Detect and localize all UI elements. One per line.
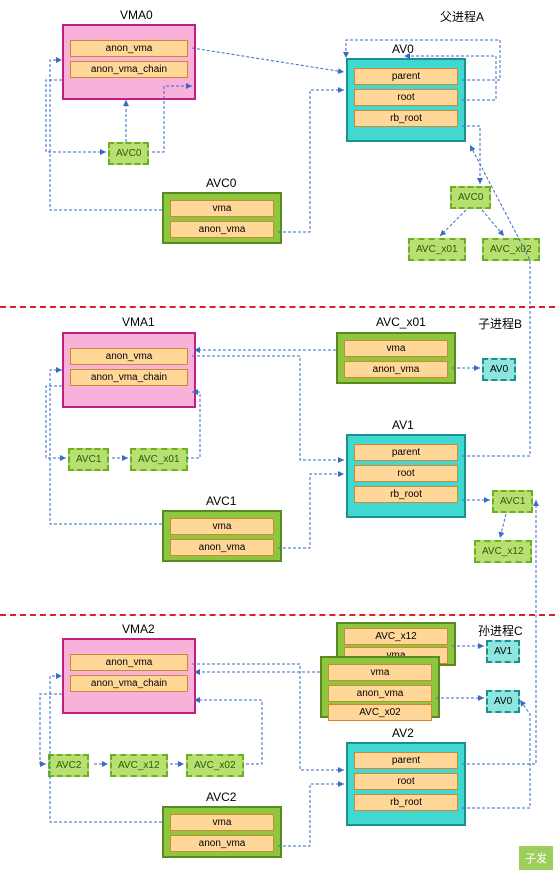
- av0-ref-c: AV0: [486, 690, 520, 713]
- avc-x02-label: AVC_x02: [328, 704, 432, 721]
- vma0-box: anon_vma anon_vma_chain: [62, 24, 196, 100]
- avc-x01-vma: vma: [344, 340, 448, 357]
- avc1-vma: vma: [170, 518, 274, 535]
- avc-x02-anon-vma: anon_vma: [328, 685, 432, 702]
- av0-root: root: [354, 89, 458, 106]
- avc2-box-title: AVC2: [206, 790, 236, 804]
- av1-parent: parent: [354, 444, 458, 461]
- tree-b-child: AVC_x12: [474, 540, 532, 563]
- av1-title: AV1: [392, 418, 414, 432]
- avc1-box-title: AVC1: [206, 494, 236, 508]
- section-c-title: 孙进程C: [478, 622, 523, 639]
- avc-x02-box: vma anon_vma AVC_x02: [320, 656, 440, 718]
- vma1-box: anon_vma anon_vma_chain: [62, 332, 196, 408]
- avc-x12-title-f: AVC_x12: [344, 628, 448, 645]
- avc0-anon-vma: anon_vma: [170, 221, 274, 238]
- avc1-small: AVC1: [68, 448, 109, 471]
- avc2-anon-vma: anon_vma: [170, 835, 274, 852]
- avc-x12-small: AVC_x12: [110, 754, 168, 777]
- avc0-vma: vma: [170, 200, 274, 217]
- av1-box: parent root rb_root: [346, 434, 466, 518]
- av1-ref-c: AV1: [486, 640, 520, 663]
- avc-x01-title: AVC_x01: [376, 315, 426, 329]
- vma2-title: VMA2: [122, 622, 155, 636]
- section-b-title: 子进程B: [478, 315, 522, 332]
- vma0-anon-vma-chain: anon_vma_chain: [70, 61, 188, 78]
- vma0-title: VMA0: [120, 8, 153, 22]
- separator-1: [0, 306, 555, 308]
- vma1-anon-vma: anon_vma: [70, 348, 188, 365]
- avc2-box: vma anon_vma: [162, 806, 282, 858]
- avc-x01-anon-vma: anon_vma: [344, 361, 448, 378]
- separator-2: [0, 614, 555, 616]
- avc1-anon-vma: anon_vma: [170, 539, 274, 556]
- watermark: 子发: [519, 846, 553, 870]
- avc0-small: AVC0: [108, 142, 149, 165]
- tree-b-root: AVC1: [492, 490, 533, 513]
- av2-box: parent root rb_root: [346, 742, 466, 826]
- tree-a-left: AVC_x01: [408, 238, 466, 261]
- connectors: [0, 0, 555, 874]
- avc2-vma: vma: [170, 814, 274, 831]
- vma2-anon-vma-chain: anon_vma_chain: [70, 675, 188, 692]
- section-a-title: 父进程A: [440, 8, 484, 25]
- av2-rb-root: rb_root: [354, 794, 458, 811]
- av0-rb-root: rb_root: [354, 110, 458, 127]
- av1-rb-root: rb_root: [354, 486, 458, 503]
- av2-root: root: [354, 773, 458, 790]
- avc-x02-small: AVC_x02: [186, 754, 244, 777]
- av0-parent: parent: [354, 68, 458, 85]
- vma2-anon-vma: anon_vma: [70, 654, 188, 671]
- avc-x01-small: AVC_x01: [130, 448, 188, 471]
- avc-x01-box: vma anon_vma: [336, 332, 456, 384]
- vma1-anon-vma-chain: anon_vma_chain: [70, 369, 188, 386]
- vma0-anon-vma: anon_vma: [70, 40, 188, 57]
- tree-a-root: AVC0: [450, 186, 491, 209]
- avc0-box-title: AVC0: [206, 176, 236, 190]
- avc1-box: vma anon_vma: [162, 510, 282, 562]
- av2-parent: parent: [354, 752, 458, 769]
- avc-x02-vma: vma: [328, 664, 432, 681]
- vma2-box: anon_vma anon_vma_chain: [62, 638, 196, 714]
- av0-title: AV0: [392, 42, 414, 56]
- tree-a-right: AVC_x02: [482, 238, 540, 261]
- av0-box: parent root rb_root: [346, 58, 466, 142]
- vma1-title: VMA1: [122, 315, 155, 329]
- avc0-box: vma anon_vma: [162, 192, 282, 244]
- av0-ref-b: AV0: [482, 358, 516, 381]
- av1-root: root: [354, 465, 458, 482]
- avc2-small: AVC2: [48, 754, 89, 777]
- av2-title: AV2: [392, 726, 414, 740]
